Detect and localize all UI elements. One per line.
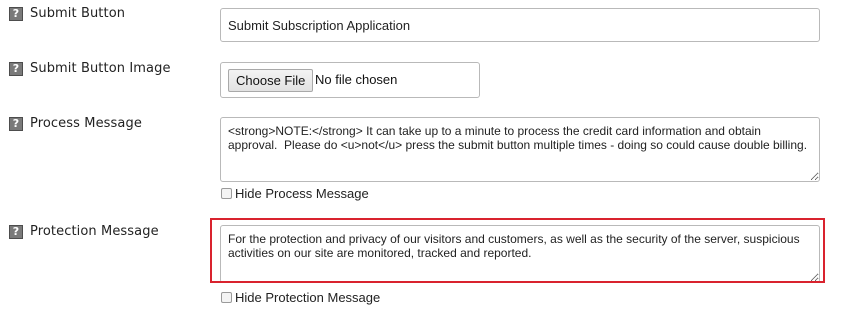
submit-button-label: Submit Button xyxy=(30,6,126,21)
help-icon[interactable]: ? xyxy=(9,225,23,239)
file-status-text: No file chosen xyxy=(315,72,398,87)
help-icon[interactable]: ? xyxy=(9,62,23,76)
submit-button-text-input[interactable] xyxy=(220,8,820,42)
hide-process-message-checkbox[interactable] xyxy=(221,188,232,199)
submit-button-image-label: Submit Button Image xyxy=(30,61,171,76)
hide-process-message-label[interactable]: Hide Process Message xyxy=(235,186,369,201)
hide-protection-message-checkbox[interactable] xyxy=(221,292,232,303)
protection-message-label: Protection Message xyxy=(30,224,159,239)
process-message-label: Process Message xyxy=(30,116,142,131)
help-icon[interactable]: ? xyxy=(9,117,23,131)
help-icon[interactable]: ? xyxy=(9,7,23,21)
choose-file-button[interactable]: Choose File xyxy=(228,69,314,92)
hide-protection-message-label[interactable]: Hide Protection Message xyxy=(235,290,380,305)
protection-message-textarea[interactable]: For the protection and privacy of our vi… xyxy=(220,225,820,283)
process-message-textarea[interactable]: <strong>NOTE:</strong> It can take up to… xyxy=(220,117,820,182)
file-upload-field: Choose File No file chosen xyxy=(220,62,480,98)
